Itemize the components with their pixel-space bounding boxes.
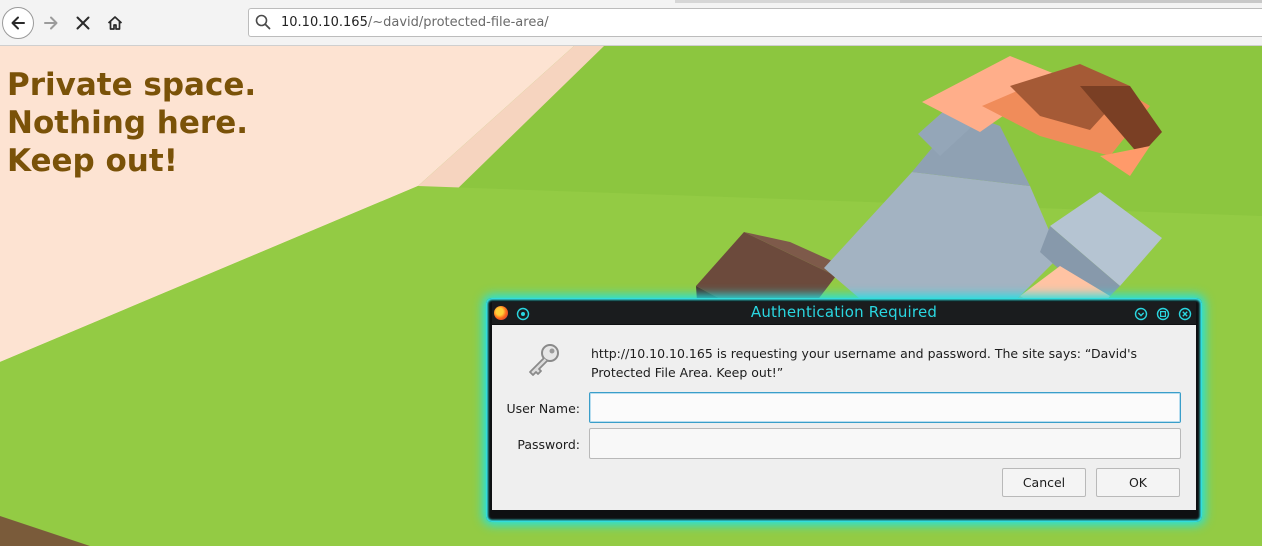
username-label: User Name: xyxy=(506,401,580,416)
password-label: Password: xyxy=(517,437,580,452)
url-text: 10.10.10.165/~david/protected-file-area/ xyxy=(281,15,549,30)
password-input[interactable] xyxy=(589,428,1181,459)
cancel-button[interactable]: Cancel xyxy=(1002,468,1086,497)
back-arrow-icon xyxy=(11,16,25,30)
stop-icon xyxy=(76,16,90,30)
search-icon xyxy=(255,14,271,34)
hero-line: Nothing here. xyxy=(7,105,248,141)
maximize-icon[interactable] xyxy=(1156,306,1170,321)
forward-button[interactable] xyxy=(36,8,66,38)
back-button[interactable] xyxy=(2,7,34,39)
auth-message: http://10.10.10.165 is requesting your u… xyxy=(591,346,1138,380)
close-icon[interactable] xyxy=(1178,306,1192,321)
stop-button[interactable] xyxy=(68,8,98,38)
auth-dialog-titlebar[interactable]: Authentication Required xyxy=(492,302,1196,324)
browser-toolbar: 10.10.10.165/~david/protected-file-area/ xyxy=(0,0,1262,46)
ok-button[interactable]: OK xyxy=(1096,468,1180,497)
username-input[interactable] xyxy=(589,392,1181,423)
hero-line: Private space. xyxy=(7,67,257,103)
home-icon xyxy=(107,16,123,30)
url-path: /~david/protected-file-area/ xyxy=(367,15,549,30)
url-bar[interactable]: 10.10.10.165/~david/protected-file-area/ xyxy=(248,8,1262,37)
minimize-icon[interactable] xyxy=(1134,306,1148,321)
home-button[interactable] xyxy=(100,8,130,38)
hero-line: Keep out! xyxy=(7,143,178,179)
auth-dialog-body: http://10.10.10.165 is requesting your u… xyxy=(492,325,1196,510)
tab-edge xyxy=(675,0,900,3)
tab-edge xyxy=(900,0,1262,3)
key-icon xyxy=(524,341,564,385)
forward-arrow-icon xyxy=(44,16,58,30)
hero-text: Private space. Nothing here. Keep out! xyxy=(7,66,256,180)
auth-dialog-title: Authentication Required xyxy=(750,303,938,321)
url-host: 10.10.10.165 xyxy=(281,15,368,30)
